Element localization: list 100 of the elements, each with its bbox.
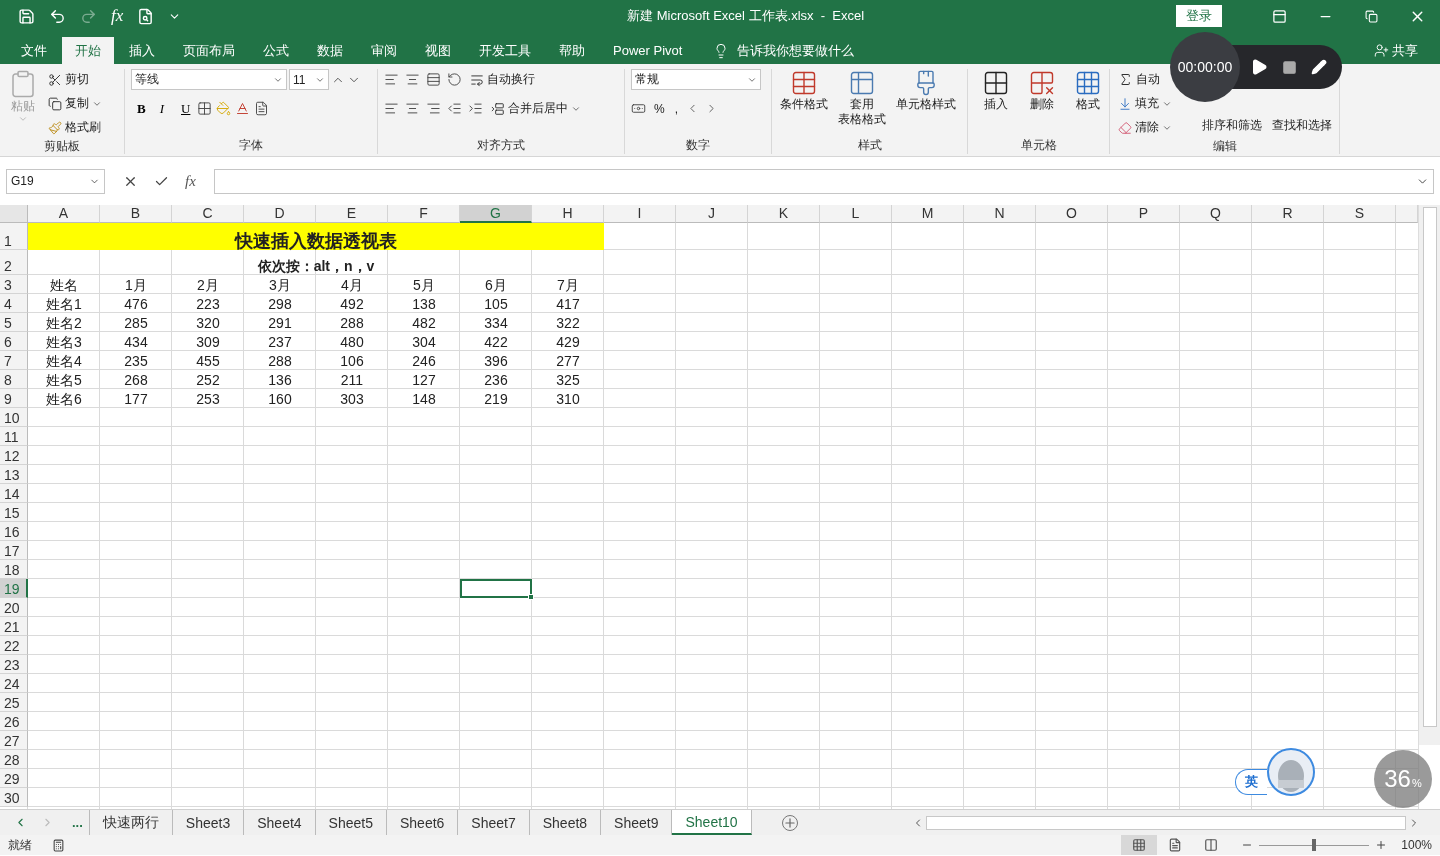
insert-cells-button[interactable]: 插入: [980, 69, 1012, 112]
formula-input[interactable]: [213, 168, 1434, 194]
row-header[interactable]: 15: [0, 503, 28, 522]
align-top-icon[interactable]: [384, 72, 399, 87]
find-select-button[interactable]: 查找和选择: [1270, 117, 1334, 134]
column-header[interactable]: F: [388, 205, 460, 223]
row-header[interactable]: 29: [0, 769, 28, 788]
column-header[interactable]: E: [316, 205, 388, 223]
number-format-field[interactable]: 常规: [631, 69, 761, 90]
column-header[interactable]: S: [1324, 205, 1396, 223]
column-header[interactable]: K: [748, 205, 820, 223]
comma-button[interactable]: ,: [672, 98, 680, 119]
undo-icon[interactable]: [49, 7, 66, 25]
column-header[interactable]: Q: [1180, 205, 1252, 223]
bold-button[interactable]: B: [131, 98, 149, 119]
row-header[interactable]: 8: [0, 370, 28, 389]
row-header[interactable]: 17: [0, 541, 28, 560]
tell-me-search[interactable]: 告诉我你想要做什么: [713, 37, 855, 64]
font-size-field[interactable]: 11: [289, 69, 329, 90]
insert-function-button[interactable]: fx: [111, 6, 124, 26]
play-icon[interactable]: [1250, 58, 1268, 76]
assistant-avatar-icon[interactable]: [1267, 748, 1315, 796]
menu-tab[interactable]: 开发工具: [466, 37, 544, 64]
menu-tab[interactable]: 页面布局: [170, 37, 248, 64]
conditional-format-button[interactable]: 条件格式: [778, 69, 830, 112]
format-cells-button[interactable]: 格式: [1072, 69, 1104, 112]
row-header[interactable]: 30: [0, 788, 28, 807]
pen-icon[interactable]: [1311, 59, 1327, 75]
align-bottom-icon[interactable]: [426, 72, 441, 87]
row-header[interactable]: 12: [0, 446, 28, 465]
cell-cursor[interactable]: [460, 579, 532, 598]
row-header[interactable]: 26: [0, 712, 28, 731]
menu-tab[interactable]: 文件: [8, 37, 60, 64]
underline-button[interactable]: U: [175, 98, 193, 119]
column-header[interactable]: O: [1036, 205, 1108, 223]
row-header[interactable]: 5: [0, 313, 28, 332]
column-header[interactable]: A: [28, 205, 100, 223]
menu-tab[interactable]: 视图: [412, 37, 464, 64]
row-header[interactable]: 24: [0, 674, 28, 693]
format-painter-button[interactable]: 格式刷: [46, 117, 104, 138]
row-header[interactable]: 22: [0, 636, 28, 655]
row-header[interactable]: 4: [0, 294, 28, 313]
row-header[interactable]: 16: [0, 522, 28, 541]
menu-tab[interactable]: 审阅: [358, 37, 410, 64]
name-box[interactable]: G19: [6, 168, 105, 194]
zoom-in-icon[interactable]: [1375, 839, 1388, 851]
login-button[interactable]: 登录: [1176, 5, 1222, 27]
row-header[interactable]: 28: [0, 750, 28, 769]
row-header[interactable]: 21: [0, 617, 28, 636]
row-header[interactable]: 23: [0, 655, 28, 674]
row-header[interactable]: 13: [0, 465, 28, 484]
align-middle-icon[interactable]: [405, 72, 420, 87]
row-header[interactable]: 9: [0, 389, 28, 408]
menu-tab[interactable]: 开始: [62, 37, 114, 64]
print-preview-icon[interactable]: [137, 7, 155, 25]
column-header[interactable]: H: [532, 205, 604, 223]
row-header[interactable]: 25: [0, 693, 28, 712]
save-icon[interactable]: [18, 7, 35, 25]
cut-button[interactable]: 剪切: [46, 69, 104, 90]
sheet-tab[interactable]: Sheet10: [672, 810, 752, 835]
cell-styles-button[interactable]: 单元格样式: [894, 69, 958, 112]
menu-tab[interactable]: 插入: [116, 37, 168, 64]
column-header[interactable]: C: [172, 205, 244, 223]
decrease-indent-icon[interactable]: [447, 101, 462, 116]
align-right-icon[interactable]: [426, 101, 441, 116]
fill-color-icon[interactable]: [216, 101, 231, 116]
row-header[interactable]: 18: [0, 560, 28, 579]
menu-tab[interactable]: Power Pivot: [600, 37, 696, 64]
row-header[interactable]: 1: [0, 223, 28, 250]
column-header[interactable]: J: [676, 205, 748, 223]
merge-center-button[interactable]: 合并后居中: [489, 98, 583, 119]
column-header[interactable]: M: [892, 205, 964, 223]
menu-tab[interactable]: 数据: [304, 37, 356, 64]
row-header[interactable]: 3: [0, 275, 28, 294]
border-icon[interactable]: [197, 101, 212, 116]
column-header[interactable]: L: [820, 205, 892, 223]
row-header[interactable]: 14: [0, 484, 28, 503]
font-name-field[interactable]: 等线: [131, 69, 287, 90]
insert-function-button[interactable]: fx: [185, 172, 196, 190]
font-color-icon[interactable]: [235, 101, 250, 116]
menu-tab[interactable]: 帮助: [546, 37, 598, 64]
share-button[interactable]: 共享: [1368, 37, 1424, 64]
percent-button[interactable]: %: [652, 98, 667, 119]
increase-indent-icon[interactable]: [468, 101, 483, 116]
column-header[interactable]: I: [604, 205, 676, 223]
copy-button[interactable]: 复制: [46, 93, 104, 114]
row-header[interactable]: 20: [0, 598, 28, 617]
vertical-scrollbar[interactable]: [1419, 205, 1440, 745]
orientation-icon[interactable]: [447, 72, 462, 87]
row-header[interactable]: 7: [0, 351, 28, 370]
stop-icon[interactable]: [1282, 59, 1297, 75]
delete-cells-button[interactable]: 删除: [1026, 69, 1058, 112]
row-header[interactable]: 11: [0, 427, 28, 446]
clear-button[interactable]: 清除: [1116, 117, 1174, 138]
align-left-icon[interactable]: [384, 101, 399, 116]
column-header[interactable]: N: [964, 205, 1036, 223]
row-header[interactable]: 6: [0, 332, 28, 351]
table-format-button[interactable]: 套用 表格格式: [836, 69, 888, 127]
input-mode-badge[interactable]: 英: [1235, 769, 1267, 795]
zoom-level[interactable]: 100%: [1401, 838, 1432, 852]
